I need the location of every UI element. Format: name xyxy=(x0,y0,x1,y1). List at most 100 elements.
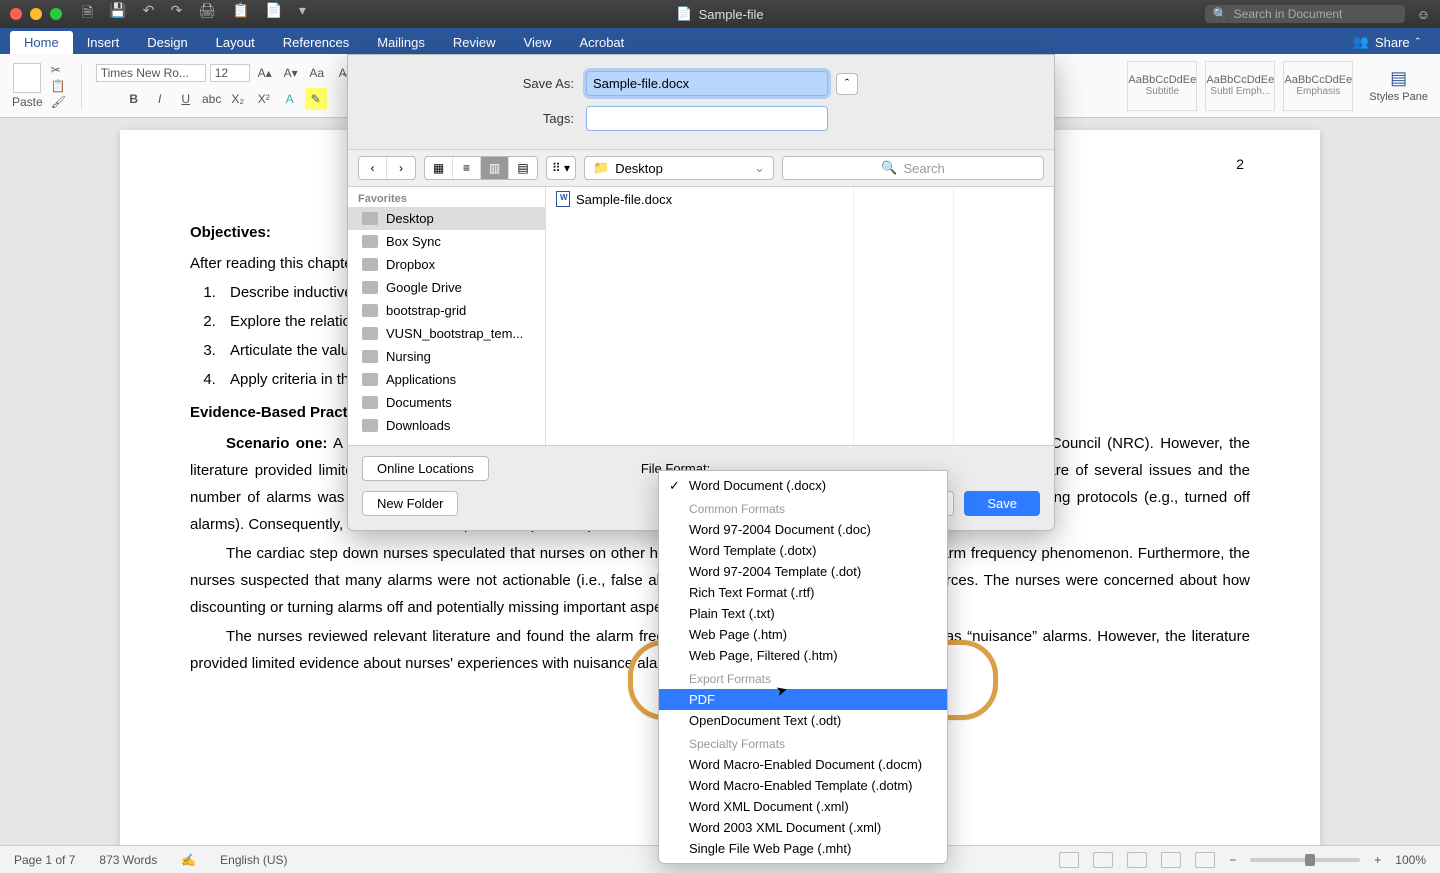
format-option-dot[interactable]: Word 97-2004 Template (.dot) xyxy=(659,561,947,582)
online-locations-button[interactable]: Online Locations xyxy=(362,456,489,481)
tab-acrobat[interactable]: Acrobat xyxy=(565,31,638,54)
qat-more-icon[interactable]: ▾ xyxy=(299,2,306,26)
style-emphasis[interactable]: AaBbCcDdEe Emphasis xyxy=(1283,61,1353,111)
zoom-out-button[interactable]: − xyxy=(1229,853,1236,867)
sidebar-item-dropbox[interactable]: Dropbox xyxy=(348,253,545,276)
file-item[interactable]: Sample-file.docx xyxy=(546,187,853,211)
status-language[interactable]: English (US) xyxy=(220,853,287,867)
print-icon[interactable]: 🖨 xyxy=(198,2,216,26)
forward-button[interactable]: › xyxy=(387,157,415,179)
format-option-dotm[interactable]: Word Macro-Enabled Template (.dotm) xyxy=(659,775,947,796)
share-button[interactable]: 👥 Share ˆ xyxy=(1343,30,1430,54)
file-column-3[interactable] xyxy=(954,187,1054,445)
draft-view-button[interactable] xyxy=(1195,852,1215,868)
strikethrough-button[interactable]: abc xyxy=(201,88,223,110)
redo-icon[interactable]: ↷ xyxy=(170,2,182,26)
save-icon[interactable]: 💾 xyxy=(109,2,126,26)
format-option-xml[interactable]: Word XML Document (.xml) xyxy=(659,796,947,817)
outline-view-button[interactable] xyxy=(1161,852,1181,868)
collapse-dialog-button[interactable]: ˆ xyxy=(836,73,858,95)
tab-design[interactable]: Design xyxy=(133,31,201,54)
sidebar-item-documents[interactable]: Documents xyxy=(348,391,545,414)
format-option-odt[interactable]: OpenDocument Text (.odt) xyxy=(659,710,947,731)
format-option-doc[interactable]: Word 97-2004 Document (.doc) xyxy=(659,519,947,540)
copy-icon[interactable]: 📋 xyxy=(51,79,67,93)
zoom-slider[interactable] xyxy=(1250,858,1360,862)
format-option-rtf[interactable]: Rich Text Format (.rtf) xyxy=(659,582,947,603)
text-effect-button[interactable]: A xyxy=(279,88,301,110)
new-folder-button[interactable]: New Folder xyxy=(362,491,458,516)
tab-review[interactable]: Review xyxy=(439,31,510,54)
status-words[interactable]: 873 Words xyxy=(99,853,157,867)
paste-button[interactable]: Paste xyxy=(12,63,43,109)
account-icon[interactable]: ☺ xyxy=(1417,7,1430,22)
focus-view-button[interactable] xyxy=(1059,852,1079,868)
styles-pane-button[interactable]: ▤ Styles Pane xyxy=(1369,68,1428,103)
autosave-icon[interactable]: 🗎 xyxy=(82,2,93,26)
superscript-button[interactable]: X² xyxy=(253,88,275,110)
format-option-htm-filtered[interactable]: Web Page, Filtered (.htm) xyxy=(659,645,947,666)
change-case-button[interactable]: Aa xyxy=(306,62,328,84)
font-name-combo[interactable]: Times New Ro... xyxy=(96,64,206,82)
spellcheck-icon[interactable]: ✍ xyxy=(181,853,196,867)
tab-insert[interactable]: Insert xyxy=(73,31,134,54)
web-layout-button[interactable] xyxy=(1127,852,1147,868)
tab-view[interactable]: View xyxy=(510,31,566,54)
zoom-in-button[interactable]: + xyxy=(1374,853,1381,867)
search-in-document[interactable]: 🔍 Search in Document xyxy=(1205,5,1405,23)
zoom-window-button[interactable] xyxy=(50,8,62,20)
tab-layout[interactable]: Layout xyxy=(202,31,269,54)
cut-icon[interactable]: ✂ xyxy=(51,63,67,77)
sidebar-item-vusn[interactable]: VUSN_bootstrap_tem... xyxy=(348,322,545,345)
underline-button[interactable]: U xyxy=(175,88,197,110)
format-option-docx[interactable]: Word Document (.docx) xyxy=(659,475,947,496)
collapse-ribbon-icon[interactable]: ˆ xyxy=(1416,35,1420,50)
gallery-view-button[interactable]: ▤ xyxy=(509,157,537,179)
new-doc-icon[interactable]: 📄 xyxy=(265,2,282,26)
grow-font-button[interactable]: A▴ xyxy=(254,62,276,84)
format-option-htm[interactable]: Web Page (.htm) xyxy=(659,624,947,645)
file-column[interactable]: Sample-file.docx xyxy=(546,187,854,445)
font-size-combo[interactable]: 12 xyxy=(210,64,250,82)
bold-button[interactable]: B xyxy=(123,88,145,110)
group-by-button[interactable]: ⠿ ▾ xyxy=(547,157,575,179)
italic-button[interactable]: I xyxy=(149,88,171,110)
highlight-button[interactable]: ✎ xyxy=(305,88,327,110)
format-painter-icon[interactable]: 🖌 xyxy=(51,95,67,109)
format-option-dotx[interactable]: Word Template (.dotx) xyxy=(659,540,947,561)
format-option-xml2003[interactable]: Word 2003 XML Document (.xml) xyxy=(659,817,947,838)
save-as-input[interactable] xyxy=(586,71,828,96)
close-window-button[interactable] xyxy=(10,8,22,20)
style-subtitle[interactable]: AaBbCcDdEe Subtitle xyxy=(1127,61,1197,111)
tab-mailings[interactable]: Mailings xyxy=(363,31,439,54)
touch-icon[interactable]: 📋 xyxy=(232,2,249,26)
location-popup[interactable]: 📁 Desktop ⌄ xyxy=(584,156,774,180)
minimize-window-button[interactable] xyxy=(30,8,42,20)
style-subtle-emphasis[interactable]: AaBbCcDdEe Subtl Emph... xyxy=(1205,61,1275,111)
sidebar-item-boxsync[interactable]: Box Sync xyxy=(348,230,545,253)
save-button[interactable]: Save xyxy=(964,491,1040,516)
back-button[interactable]: ‹ xyxy=(359,157,387,179)
shrink-font-button[interactable]: A▾ xyxy=(280,62,302,84)
undo-icon[interactable]: ↶ xyxy=(143,2,155,26)
print-layout-button[interactable] xyxy=(1093,852,1113,868)
tags-input[interactable] xyxy=(586,106,828,131)
icon-view-button[interactable]: ▦ xyxy=(425,157,453,179)
zoom-level[interactable]: 100% xyxy=(1395,853,1426,867)
column-view-button[interactable]: ▥ xyxy=(481,157,509,179)
status-page[interactable]: Page 1 of 7 xyxy=(14,853,75,867)
dialog-search[interactable]: 🔍 Search xyxy=(782,156,1044,180)
sidebar-item-nursing[interactable]: Nursing xyxy=(348,345,545,368)
format-option-txt[interactable]: Plain Text (.txt) xyxy=(659,603,947,624)
sidebar-item-googledrive[interactable]: Google Drive xyxy=(348,276,545,299)
sidebar-item-downloads[interactable]: Downloads xyxy=(348,414,545,437)
tab-home[interactable]: Home xyxy=(10,31,73,54)
sidebar-item-bootstrap[interactable]: bootstrap-grid xyxy=(348,299,545,322)
format-option-docm[interactable]: Word Macro-Enabled Document (.docm) xyxy=(659,754,947,775)
sidebar-item-applications[interactable]: Applications xyxy=(348,368,545,391)
list-view-button[interactable]: ≡ xyxy=(453,157,481,179)
sidebar-item-desktop[interactable]: Desktop xyxy=(348,207,545,230)
format-option-pdf[interactable]: PDF xyxy=(659,689,947,710)
file-column-2[interactable] xyxy=(854,187,954,445)
tab-references[interactable]: References xyxy=(269,31,363,54)
